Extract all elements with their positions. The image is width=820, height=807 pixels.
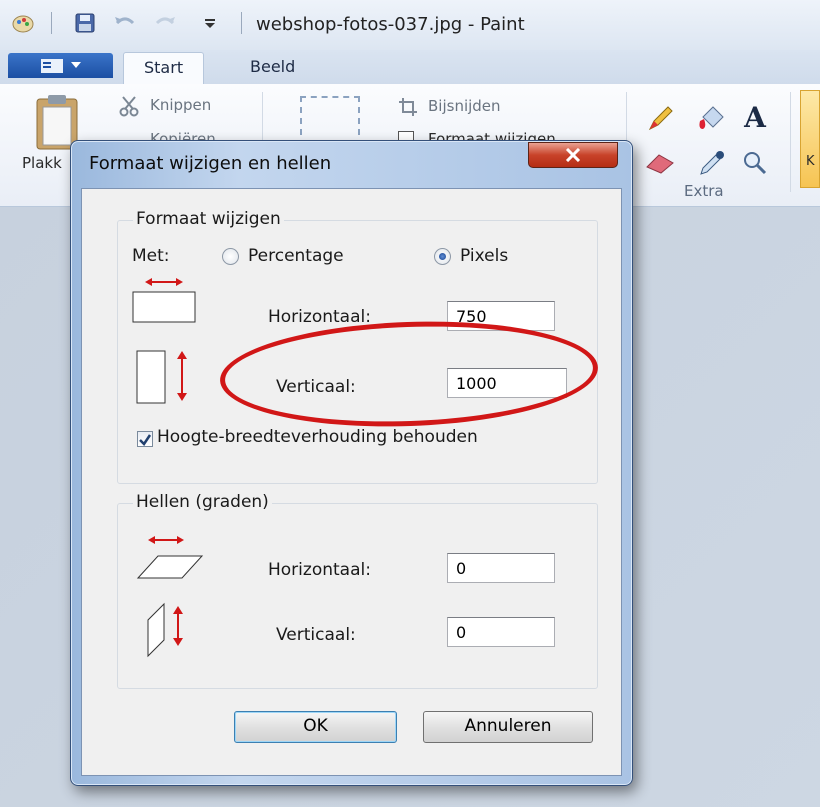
resize-horizontal-input[interactable] xyxy=(447,301,555,331)
menu-icon xyxy=(40,58,63,73)
chevron-down-icon xyxy=(70,61,81,68)
cut-label[interactable]: Knippen xyxy=(150,96,211,114)
colors-button[interactable] xyxy=(800,90,820,188)
resize-horizontal-label: Horizontaal: xyxy=(268,307,371,327)
resize-group-title: Formaat wijzigen xyxy=(133,209,284,229)
paste-label[interactable]: Plakk xyxy=(22,154,62,172)
resize-vertical-input[interactable] xyxy=(447,368,567,398)
paint-menu-button[interactable] xyxy=(8,53,113,78)
skew-vertical-input[interactable] xyxy=(447,617,555,647)
keep-ratio-checkbox[interactable] xyxy=(137,431,153,447)
pixels-radio[interactable] xyxy=(434,248,451,265)
title-bar: webshop-fotos-037.jpg - Paint xyxy=(0,0,820,51)
percentage-label[interactable]: Percentage xyxy=(248,246,344,266)
dialog-title: Formaat wijzigen en hellen xyxy=(89,153,332,174)
undo-icon[interactable] xyxy=(110,9,140,37)
select-icon[interactable] xyxy=(300,96,360,146)
vertical-resize-icon xyxy=(136,347,196,407)
color-picker-icon[interactable] xyxy=(695,146,729,180)
tab-start[interactable]: Start xyxy=(123,52,205,85)
checkmark-icon xyxy=(139,434,152,446)
skew-group: Hellen (graden) Horizontaal: Verticaal: xyxy=(117,492,598,689)
tools-group-label: Extra xyxy=(684,182,724,200)
crop-icon[interactable] xyxy=(397,96,419,118)
skew-horizontal-label: Horizontaal: xyxy=(268,560,371,580)
skew-vertical-label: Verticaal: xyxy=(276,625,356,645)
separator xyxy=(46,9,56,37)
resize-vertical-label: Verticaal: xyxy=(276,377,356,397)
percentage-radio[interactable] xyxy=(222,248,239,265)
window-title: webshop-fotos-037.jpg - Paint xyxy=(256,14,525,35)
horizontal-skew-icon xyxy=(136,534,212,584)
keep-ratio-label[interactable]: Hoogte-breedteverhouding behouden xyxy=(157,427,478,447)
horizontal-resize-icon xyxy=(131,277,201,325)
pencil-icon[interactable] xyxy=(643,102,677,136)
vertical-skew-icon xyxy=(140,596,200,660)
magnifier-icon[interactable] xyxy=(738,146,772,180)
skew-group-title: Hellen (graden) xyxy=(133,492,272,512)
separator xyxy=(790,92,791,192)
by-label: Met: xyxy=(132,246,170,266)
scissors-icon[interactable] xyxy=(118,94,142,118)
text-tool-icon[interactable]: A xyxy=(738,100,772,134)
save-icon[interactable] xyxy=(70,9,100,37)
customize-toolbar-icon[interactable] xyxy=(198,9,222,37)
separator xyxy=(236,9,246,37)
colors-label[interactable]: K xyxy=(806,154,815,169)
tab-beeld[interactable]: Beeld xyxy=(230,52,315,84)
resize-skew-dialog: Formaat wijzigen en hellen Formaat wijzi… xyxy=(70,140,633,786)
resize-group: Formaat wijzigen Met: Percentage Pixels … xyxy=(117,209,598,484)
close-button[interactable] xyxy=(528,142,618,168)
pixels-label[interactable]: Pixels xyxy=(460,246,508,266)
eraser-icon[interactable] xyxy=(643,146,677,180)
dialog-body: Formaat wijzigen Met: Percentage Pixels … xyxy=(81,188,622,776)
crop-label[interactable]: Bijsnijden xyxy=(428,97,501,115)
paint-app-icon[interactable] xyxy=(8,9,38,37)
cancel-button[interactable]: Annuleren xyxy=(423,711,593,743)
close-icon xyxy=(565,148,581,162)
redo-icon[interactable] xyxy=(150,9,180,37)
skew-horizontal-input[interactable] xyxy=(447,553,555,583)
fill-bucket-icon[interactable] xyxy=(695,102,729,136)
ok-button[interactable]: OK xyxy=(234,711,397,743)
